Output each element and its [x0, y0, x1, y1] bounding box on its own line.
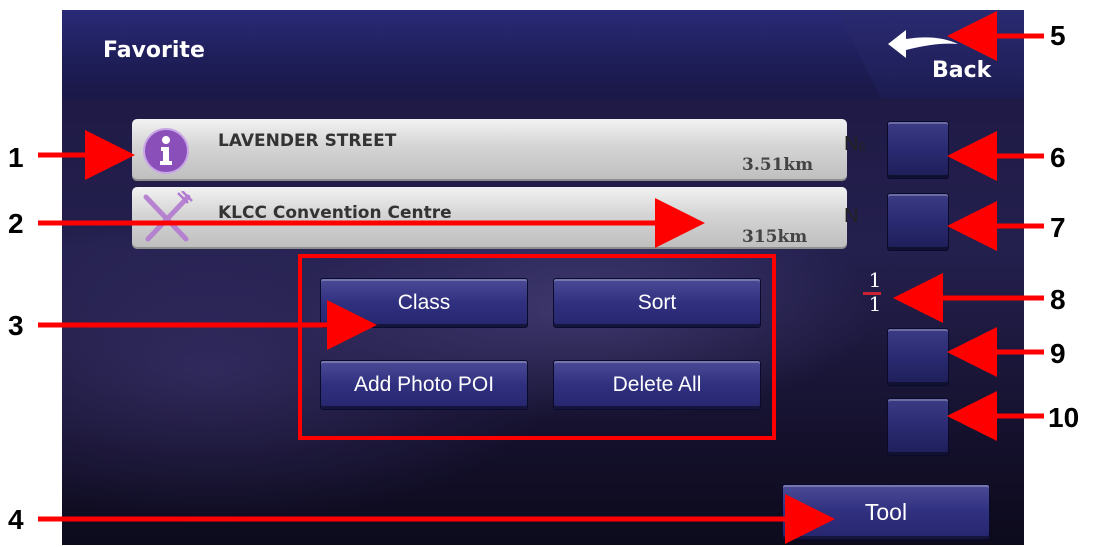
- page-total: 1: [868, 292, 882, 316]
- favorite-name: LAVENDER STREET: [218, 131, 397, 151]
- callout-number: 10: [1048, 402, 1080, 433]
- delete-all-button[interactable]: Delete All: [553, 360, 761, 410]
- page-top-button[interactable]: [887, 121, 949, 179]
- tool-button[interactable]: Tool: [782, 484, 990, 540]
- callout-number: 4: [8, 504, 24, 535]
- favorite-direction: NE: [844, 133, 866, 155]
- class-button[interactable]: Class: [320, 278, 528, 328]
- favorite-distance: 315km: [742, 227, 808, 247]
- favorite-screen: Favorite Back LAVENDER STREET 3.51km NE …: [62, 10, 1024, 545]
- screen-title: Favorite: [103, 38, 205, 63]
- page-current: 1: [868, 268, 882, 292]
- callout-number: 2: [8, 208, 24, 239]
- add-photo-poi-button[interactable]: Add Photo POI: [320, 360, 528, 410]
- page-bottom-button[interactable]: [887, 398, 949, 456]
- sort-button[interactable]: Sort: [553, 278, 761, 328]
- callout-number: 7: [1050, 212, 1066, 243]
- fork-knife-icon: [143, 191, 193, 242]
- favorite-item-klcc-convention-centre[interactable]: KLCC Convention Centre 315km N: [132, 187, 858, 249]
- callout-number: 8: [1050, 284, 1066, 315]
- callout-number: 5: [1050, 20, 1066, 51]
- title-bar: Favorite: [62, 10, 882, 98]
- back-label[interactable]: Back: [932, 58, 991, 83]
- favorite-item-lavender-street[interactable]: LAVENDER STREET 3.51km NE: [132, 119, 866, 181]
- favorite-name: KLCC Convention Centre: [218, 203, 452, 223]
- page-down-button[interactable]: [887, 328, 949, 386]
- favorite-distance: 3.51km: [742, 155, 814, 175]
- info-icon: [143, 128, 189, 174]
- callout-number: 1: [8, 142, 24, 173]
- page-up-button[interactable]: [887, 193, 949, 251]
- callout-number: 6: [1050, 142, 1066, 173]
- page-indicator: 1 1: [857, 268, 893, 320]
- callout-number: 9: [1050, 338, 1066, 369]
- favorite-direction: N: [844, 205, 859, 227]
- callout-number: 3: [8, 310, 24, 341]
